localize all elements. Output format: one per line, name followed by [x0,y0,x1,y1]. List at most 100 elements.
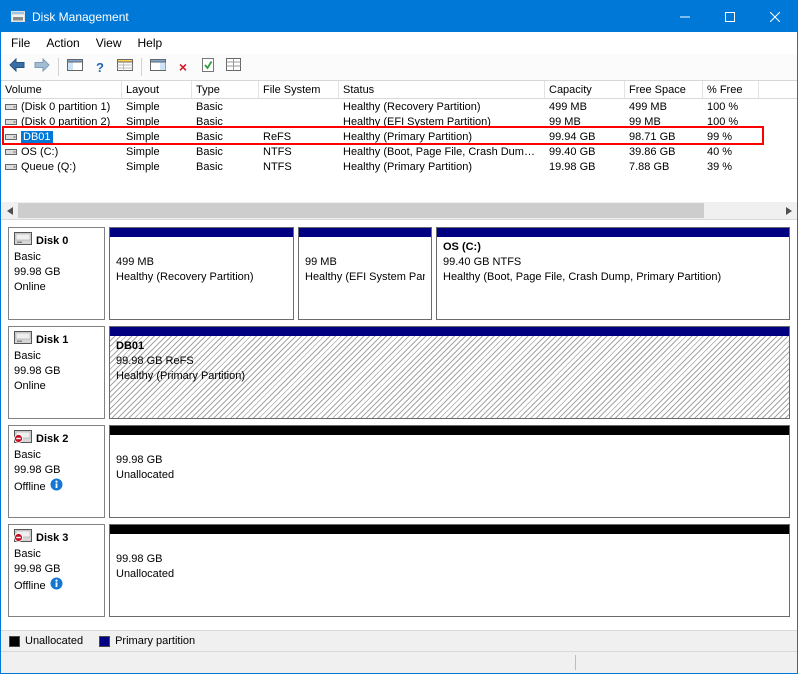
status-bar-divider [575,655,576,670]
disk-management-window: Disk Management File Action View Help [0,0,798,674]
free-space-cell: 39.86 GB [625,146,703,158]
maximize-button[interactable] [707,1,752,32]
volume-name-selected: DB01 [21,131,53,143]
check-disk-button[interactable] [196,56,220,78]
disk-row-0: Disk 0 Basic 99.98 GB Online 499 MB Heal… [8,227,790,320]
scroll-right-arrow[interactable] [780,202,797,219]
menu-view[interactable]: View [88,33,130,53]
type-cell: Basic [192,146,259,158]
capacity-cell: 19.98 GB [545,161,625,173]
console-tree-button[interactable] [63,56,87,78]
menu-bar: File Action View Help [1,32,797,54]
disk-type: Basic [14,448,99,463]
disk-type: Basic [14,349,99,364]
volume-name-cell[interactable]: OS (C:) [1,146,122,158]
column-header-pct-free[interactable]: % Free [703,81,759,98]
column-header-type[interactable]: Type [192,81,259,98]
scroll-left-arrow[interactable] [1,202,18,219]
check-disk-icon [201,58,215,77]
disk-name: Disk 1 [36,333,68,348]
disk-icon [14,331,32,349]
disk-name: Disk 2 [36,432,68,447]
help-button[interactable]: ? [88,56,112,78]
status-cell: Healthy (EFI System Partition) [339,116,545,128]
disk-status: Online [14,379,46,394]
volume-list-panel: Volume Layout Type File System Status Ca… [1,81,797,219]
column-header-capacity[interactable]: Capacity [545,81,625,98]
capacity-cell: 99.40 GB [545,146,625,158]
partition-status: Healthy (Recovery Partition) [116,270,287,285]
minimize-button[interactable] [662,1,707,32]
disk-0-partitions: 499 MB Healthy (Recovery Partition) 99 M… [109,227,790,320]
column-header-volume[interactable]: Volume [1,81,122,98]
legend-label: Unallocated [25,635,83,647]
back-icon [9,58,25,77]
volume-name-cell[interactable]: Queue (Q:) [1,161,122,173]
menu-help[interactable]: Help [130,33,171,53]
type-cell: Basic [192,131,259,143]
volume-name-cell[interactable]: DB01 [1,131,122,143]
partition-db01-selected[interactable]: DB01 99.98 GB ReFS Healthy (Primary Part… [109,326,790,419]
free-space-cell: 499 MB [625,101,703,113]
disk-3-label[interactable]: Disk 3 Basic 99.98 GB Offline [8,524,105,617]
disk-2-label[interactable]: Disk 2 Basic 99.98 GB Offline [8,425,105,518]
disk-status: Online [14,280,46,295]
action-pane-icon [150,58,166,77]
disk-0-label[interactable]: Disk 0 Basic 99.98 GB Online [8,227,105,320]
partition-title [116,438,783,453]
legend-item-primary-partition: Primary partition [99,635,195,647]
column-header-free-space[interactable]: Free Space [625,81,703,98]
horizontal-scrollbar[interactable] [1,202,797,219]
close-button[interactable] [752,1,797,32]
status-cell: Healthy (Recovery Partition) [339,101,545,113]
disk-row-1: Disk 1 Basic 99.98 GB Online DB01 99.98 … [8,326,790,419]
properties-button[interactable] [221,56,245,78]
volume-icon [5,132,17,142]
action-pane-button[interactable] [146,56,170,78]
back-button[interactable] [5,56,29,78]
window-title: Disk Management [32,10,129,24]
disk-size: 99.98 GB [14,463,99,478]
free-space-cell: 98.71 GB [625,131,703,143]
disk-offline-icon [14,430,32,448]
volume-icon [5,102,17,112]
export-list-button[interactable] [113,56,137,78]
table-row[interactable]: (Disk 0 partition 2) Simple Basic Health… [1,114,797,129]
column-header-layout[interactable]: Layout [122,81,192,98]
menu-action[interactable]: Action [38,33,87,53]
info-icon[interactable] [50,478,63,496]
free-space-cell: 99 MB [625,116,703,128]
info-icon[interactable] [50,577,63,595]
window-controls [662,1,797,32]
partition-status: Unallocated [116,468,783,483]
table-row[interactable]: OS (C:) Simple Basic NTFS Healthy (Boot,… [1,144,797,159]
capacity-cell: 99 MB [545,116,625,128]
column-header-file-system[interactable]: File System [259,81,339,98]
table-row-selected[interactable]: DB01 Simple Basic ReFS Healthy (Primary … [1,129,797,144]
partition-size: 99 MB [305,255,425,270]
table-row[interactable]: (Disk 0 partition 1) Simple Basic Health… [1,99,797,114]
disk-2-partitions: 99.98 GB Unallocated [109,425,790,518]
partition-status: Healthy (Primary Partition) [116,369,783,384]
partition-unallocated[interactable]: 99.98 GB Unallocated [109,524,790,617]
scroll-left-icon [7,207,13,215]
partition-title [116,537,783,552]
volume-name-cell[interactable]: (Disk 0 partition 2) [1,116,122,128]
menu-file[interactable]: File [3,33,38,53]
forward-button[interactable] [30,56,54,78]
partition-efi[interactable]: 99 MB Healthy (EFI System Partition) [298,227,432,320]
delete-button[interactable]: × [171,56,195,78]
scrollbar-thumb[interactable] [18,203,704,218]
partition-unallocated[interactable]: 99.98 GB Unallocated [109,425,790,518]
table-row[interactable]: Queue (Q:) Simple Basic NTFS Healthy (Pr… [1,159,797,174]
partition-os-c[interactable]: OS (C:) 99.40 GB NTFS Healthy (Boot, Pag… [436,227,790,320]
partition-recovery[interactable]: 499 MB Healthy (Recovery Partition) [109,227,294,320]
column-header-status[interactable]: Status [339,81,545,98]
graphical-view-panel: Disk 0 Basic 99.98 GB Online 499 MB Heal… [1,219,797,630]
disk-size: 99.98 GB [14,562,99,577]
disk-1-label[interactable]: Disk 1 Basic 99.98 GB Online [8,326,105,419]
file-system-cell: NTFS [259,146,339,158]
volume-name-cell[interactable]: (Disk 0 partition 1) [1,101,122,113]
legend: Unallocated Primary partition [1,630,797,651]
pct-free-cell: 40 % [703,146,759,158]
